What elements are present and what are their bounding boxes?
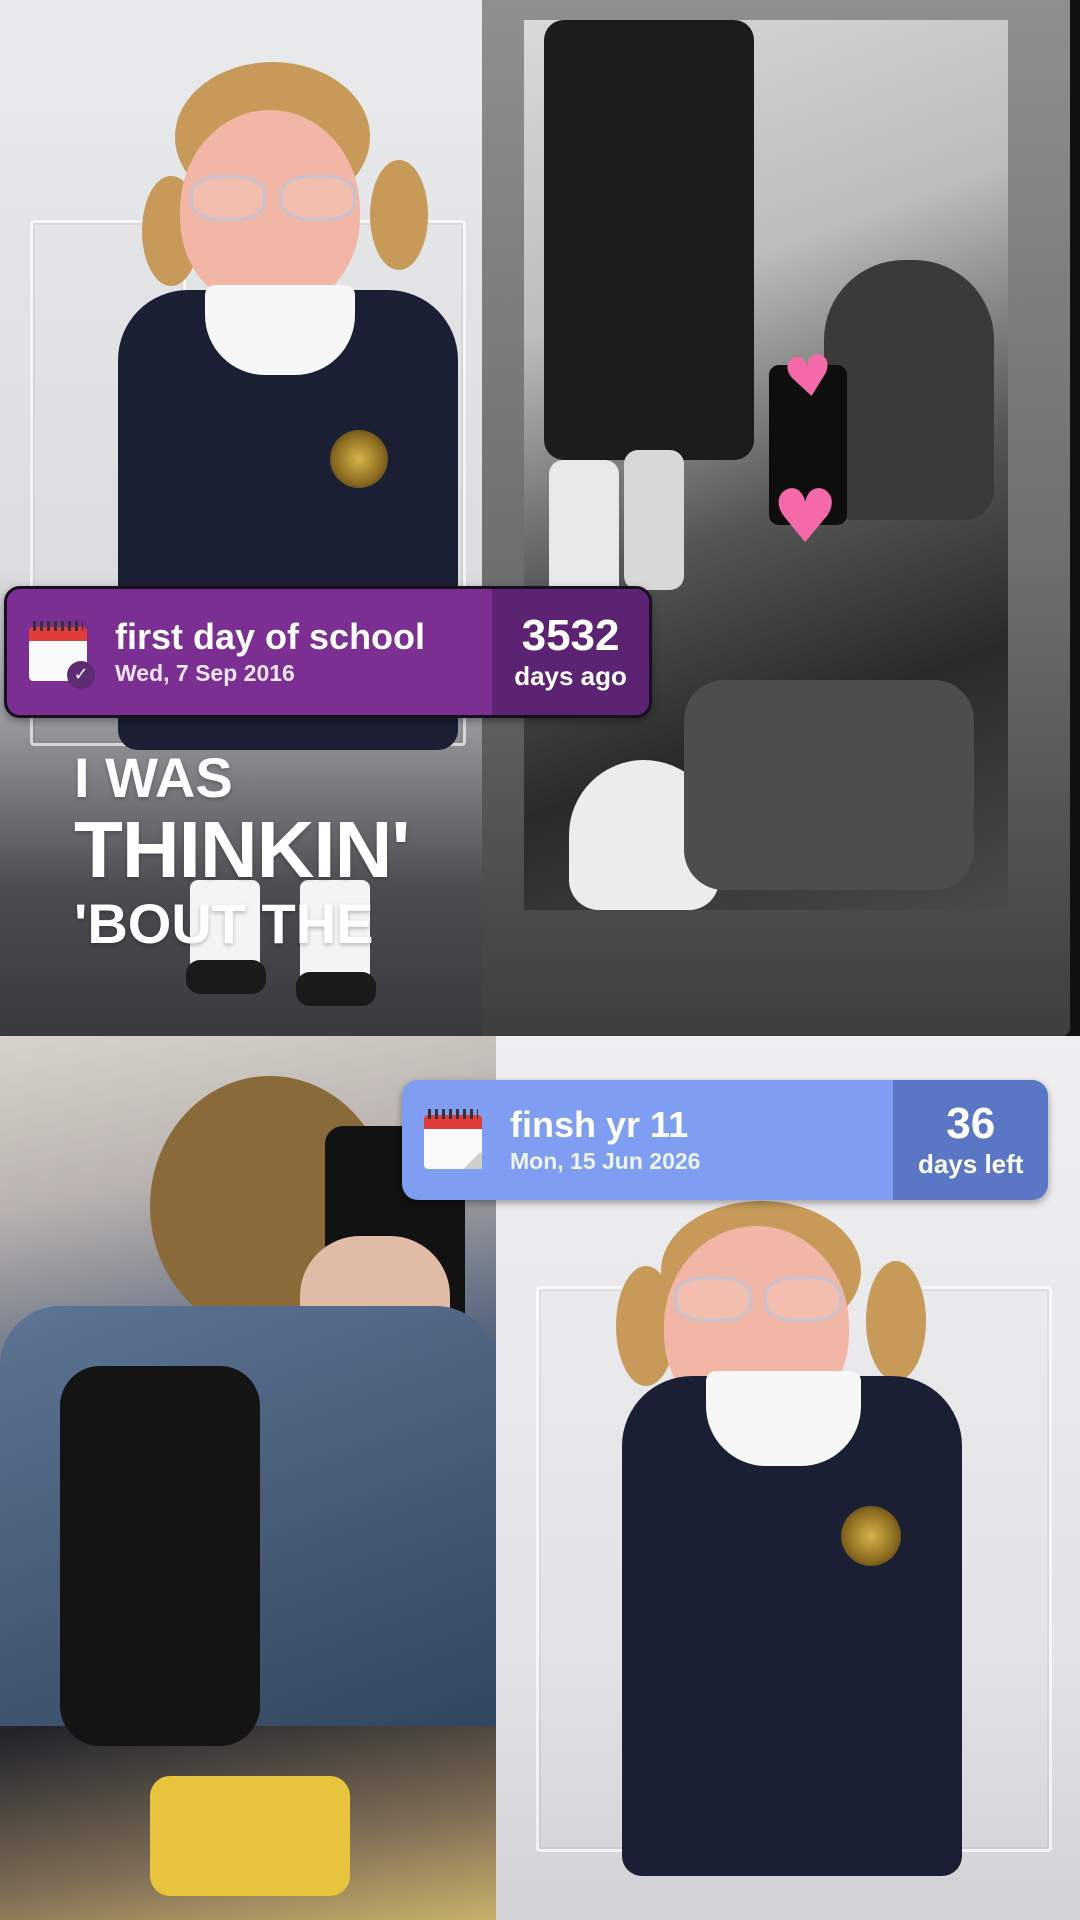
event-date: Mon, 15 Jun 2026 (510, 1148, 701, 1174)
heart-sticker-icon: ♥ (772, 474, 839, 560)
glasses-left (190, 175, 266, 221)
shoe-left (186, 960, 266, 994)
black-top (60, 1366, 260, 1746)
pigtail-right (370, 160, 428, 270)
days-count: 36 (946, 1099, 996, 1148)
caption-line-3: 'BOUT THE (74, 892, 374, 955)
caption-line-1: I WAS (74, 746, 233, 809)
countdown-widget-past[interactable]: ✓ first day of school Wed, 7 Sep 2016 35… (4, 586, 652, 718)
pigtail-right (866, 1261, 926, 1381)
widget-main: finsh yr 11 Mon, 15 Jun 2026 (402, 1080, 893, 1200)
widget-count: 36 days left (893, 1080, 1048, 1200)
school-badge (330, 430, 388, 488)
event-date: Wed, 7 Sep 2016 (115, 660, 295, 686)
glasses-right (280, 175, 356, 221)
photo-mirror-selfie-bw: ♥ ♥ (482, 0, 1070, 1036)
calendar-check-icon: ✓ (29, 621, 95, 689)
glasses-left (674, 1276, 752, 1322)
days-unit: days ago (514, 661, 627, 691)
bw-selfie-image (524, 20, 1008, 910)
yellow-object (150, 1776, 350, 1896)
shirt-collar (706, 1371, 861, 1466)
widget-main: ✓ first day of school Wed, 7 Sep 2016 (7, 589, 492, 715)
event-title: first day of school (115, 616, 426, 657)
widget-count: 3532 days ago (492, 589, 649, 715)
story-canvas: ♥ ♥ ✓ first day of school Wed, 7 Sep 201… (0, 0, 1080, 1920)
caption-line-2: THINKIN' (74, 805, 410, 894)
cushion (684, 680, 974, 890)
person (824, 260, 994, 520)
countdown-widget-future[interactable]: finsh yr 11 Mon, 15 Jun 2026 36 days lef… (402, 1080, 1048, 1200)
glasses-right (764, 1276, 842, 1322)
school-badge (841, 1506, 901, 1566)
shoe-right (296, 972, 376, 1006)
shirt-collar (205, 285, 355, 375)
calendar-icon (424, 1109, 484, 1171)
bottle (624, 450, 684, 590)
widget-titles: first day of school Wed, 7 Sep 2016 (115, 616, 425, 688)
hanging-coat (544, 20, 754, 460)
widget-titles: finsh yr 11 Mon, 15 Jun 2026 (510, 1104, 700, 1176)
days-unit: days left (917, 1149, 1024, 1179)
days-count: 3532 (521, 611, 620, 660)
event-title: finsh yr 11 (510, 1104, 689, 1145)
heart-sticker-icon: ♥ (779, 341, 839, 414)
